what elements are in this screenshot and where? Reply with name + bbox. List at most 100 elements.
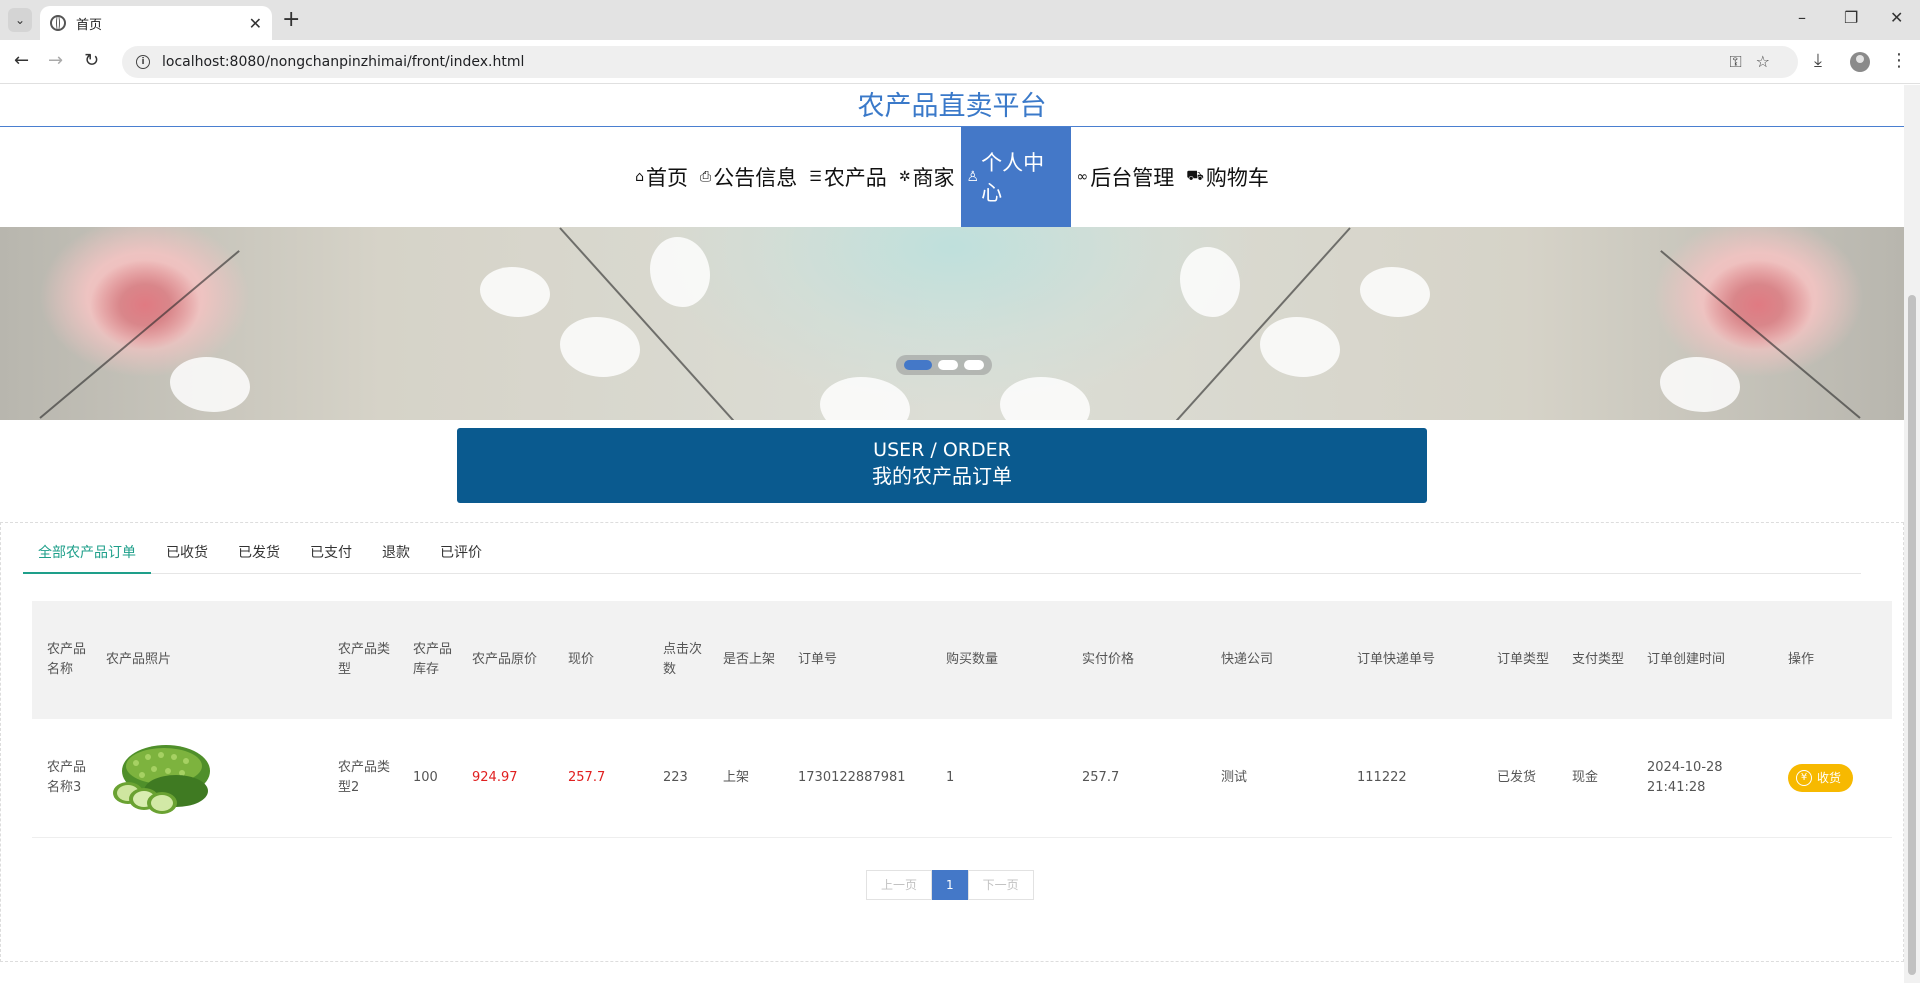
browser-menu-icon[interactable]: ⋮ xyxy=(1890,50,1908,71)
cell-clicks: 223 xyxy=(648,719,708,838)
forward-button[interactable]: → xyxy=(48,50,63,72)
browser-tab[interactable]: 首页 ✕ xyxy=(40,6,272,40)
nav-item-user-center[interactable]: ♙ 个人中心 xyxy=(960,127,1071,227)
yen-icon: ¥ xyxy=(1796,769,1812,786)
user-icon: ♙ xyxy=(966,169,980,185)
order-panel: 全部农产品订单 已收货 已发货 已支付 退款 已评价 农产品名称 农产品照片 农… xyxy=(0,522,1904,962)
col-header: 农产品名称 xyxy=(32,601,91,719)
merchant-icon: ✲ xyxy=(898,169,911,185)
nav-item-admin[interactable]: ∞ 后台管理 xyxy=(1071,127,1181,227)
cell-product-type: 农产品类型2 xyxy=(323,719,398,838)
new-tab-button[interactable]: + xyxy=(282,8,300,32)
cell-pay-type: 现金 xyxy=(1557,719,1632,838)
address-url[interactable]: localhost:8080/nongchanpinzhimai/front/i… xyxy=(162,54,524,70)
layers-icon: ☰ xyxy=(809,169,822,185)
bookmark-star-icon[interactable]: ☆ xyxy=(1756,52,1784,71)
pagination: 上一页 1 下一页 xyxy=(866,870,1034,900)
back-button[interactable]: ← xyxy=(14,50,29,72)
tab-shipped[interactable]: 已发货 xyxy=(223,533,295,573)
page-1-button[interactable]: 1 xyxy=(932,870,968,900)
address-actions: ⚿☆ xyxy=(1729,52,1784,72)
close-tab-icon[interactable]: ✕ xyxy=(249,14,262,33)
banner-petal xyxy=(650,237,710,307)
site-title: 农产品直卖平台 xyxy=(0,85,1904,127)
col-header: 点击次数 xyxy=(648,601,708,719)
col-header: 订单类型 xyxy=(1482,601,1557,719)
col-header: 订单创建时间 xyxy=(1632,601,1773,719)
page-viewport: 农产品直卖平台 ⌂ 首页 ⎙ 公告信息 ☰ 农产品 ✲ 商家 ♙ 个人中心 ∞ 后台管理 ⛟… xyxy=(0,85,1904,983)
banner-petal xyxy=(1180,247,1240,317)
profile-avatar[interactable] xyxy=(1850,52,1870,77)
carousel-dot-1[interactable] xyxy=(904,360,932,370)
col-header: 农产品原价 xyxy=(457,601,553,719)
col-header: 订单号 xyxy=(783,601,931,719)
cell-order-number: 1730122887981 xyxy=(783,719,931,838)
cucumber-photo[interactable] xyxy=(106,733,216,823)
tab-refund[interactable]: 退款 xyxy=(367,533,425,573)
banner-petal xyxy=(1360,267,1430,317)
prev-page-button[interactable]: 上一页 xyxy=(866,870,933,900)
notice-icon: ⎙ xyxy=(700,169,712,185)
col-header: 农产品照片 xyxy=(91,601,323,719)
nav-item-products[interactable]: ☰ 农产品 xyxy=(803,127,893,227)
download-icon[interactable]: ⤓ xyxy=(1814,50,1822,71)
tab-received[interactable]: 已收货 xyxy=(151,533,223,573)
browser-toolbar: ← → ↻ i localhost:8080/nongchanpinzhimai… xyxy=(0,40,1920,84)
order-table: 农产品名称 农产品照片 农产品类型 农产品库存 农产品原价 现价 点击次数 是否… xyxy=(32,601,1892,838)
home-icon: ⌂ xyxy=(635,169,645,185)
cell-photo xyxy=(91,719,323,838)
table-row[interactable]: 农产品名称3 农产品类型2 100 924.97 257.7 223 上架 17… xyxy=(32,719,1892,838)
nav-label: 农产品 xyxy=(823,166,887,190)
scrollbar-thumb[interactable] xyxy=(1908,295,1916,975)
next-page-button[interactable]: 下一页 xyxy=(967,870,1034,900)
carousel-dot-3[interactable] xyxy=(964,360,984,370)
nav-label: 个人中心 xyxy=(981,151,1045,205)
link-icon: ∞ xyxy=(1076,169,1089,185)
minimize-button[interactable]: – xyxy=(1798,8,1806,27)
banner-petal xyxy=(560,317,640,377)
banner-petal xyxy=(1000,377,1090,420)
banner-petal xyxy=(1260,317,1340,377)
tab-title: 首页 xyxy=(76,17,103,33)
banner-petal xyxy=(820,377,910,420)
tab-reviewed[interactable]: 已评价 xyxy=(425,533,497,573)
order-tabs: 全部农产品订单 已收货 已发货 已支付 退款 已评价 xyxy=(23,533,1861,574)
banner-carousel[interactable] xyxy=(0,227,1904,420)
nav-item-notice[interactable]: ⎙ 公告信息 xyxy=(694,127,803,227)
col-header: 农产品类型 xyxy=(323,601,398,719)
reload-button[interactable]: ↻ xyxy=(84,50,99,72)
address-bar[interactable]: i localhost:8080/nongchanpinzhimai/front… xyxy=(122,46,1798,78)
banner-petal xyxy=(170,357,250,412)
tab-paid[interactable]: 已支付 xyxy=(295,533,367,573)
banner-petal xyxy=(480,267,550,317)
section-title-en: USER / ORDER xyxy=(873,439,1011,461)
nav-item-cart[interactable]: ⛟ 购物车 xyxy=(1180,127,1275,227)
browser-tab-strip: ⌄ 首页 ✕ + – ❐ ✕ xyxy=(0,0,1920,40)
nav-label: 公告信息 xyxy=(713,166,798,190)
carousel-dot-2[interactable] xyxy=(938,360,958,370)
cart-icon: ⛟ xyxy=(1186,168,1204,184)
carousel-indicators xyxy=(896,355,992,375)
nav-label: 购物车 xyxy=(1205,166,1269,190)
col-header: 实付价格 xyxy=(1067,601,1206,719)
page-scrollbar[interactable] xyxy=(1904,85,1920,983)
col-header: 操作 xyxy=(1773,601,1892,719)
cell-product-name: 农产品名称3 xyxy=(32,719,91,838)
section-title-cn: 我的农产品订单 xyxy=(872,464,1012,488)
nav-item-merchant[interactable]: ✲ 商家 xyxy=(893,127,961,227)
site-info-icon[interactable]: i xyxy=(136,55,150,69)
close-window-button[interactable]: ✕ xyxy=(1890,8,1903,27)
nav-label: 首页 xyxy=(646,166,689,190)
nav-label: 后台管理 xyxy=(1090,166,1175,190)
cell-courier: 测试 xyxy=(1206,719,1342,838)
nav-item-home[interactable]: ⌂ 首页 xyxy=(629,127,694,227)
col-header: 现价 xyxy=(553,601,648,719)
nav-label: 商家 xyxy=(912,166,955,190)
restore-button[interactable]: ❐ xyxy=(1844,8,1858,27)
password-key-icon[interactable]: ⚿ xyxy=(1729,52,1755,71)
receive-button[interactable]: ¥ 收货 xyxy=(1788,763,1854,792)
cell-actions: ¥ 收货 xyxy=(1773,719,1892,838)
tab-search-button[interactable]: ⌄ xyxy=(8,8,32,32)
tab-all-orders[interactable]: 全部农产品订单 xyxy=(23,533,151,574)
cell-on-shelf: 上架 xyxy=(708,719,783,838)
